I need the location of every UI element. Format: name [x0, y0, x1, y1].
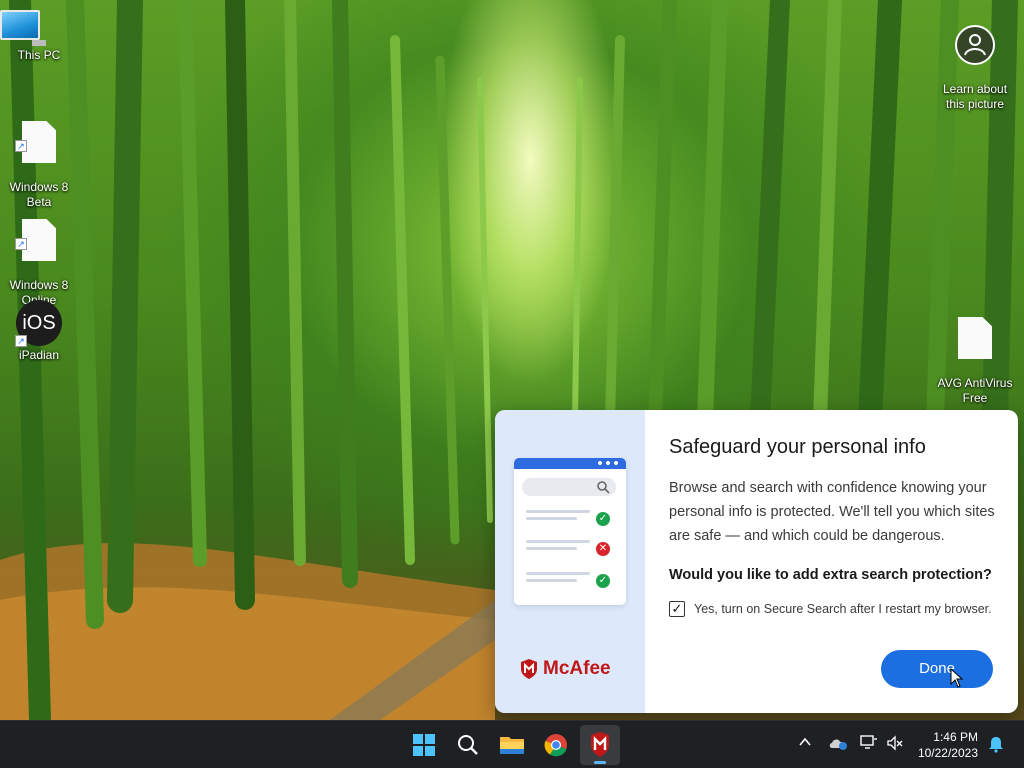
- start-button[interactable]: [404, 725, 444, 765]
- chevron-up-icon[interactable]: [798, 735, 812, 749]
- file-shortcut-icon: [22, 121, 56, 163]
- shortcut-arrow-icon: ↗: [15, 140, 27, 152]
- desktop-icon-learn-about-picture[interactable]: Learn about this picture: [936, 10, 1014, 112]
- desktop-icon-windows-8-beta[interactable]: Windows 8 Beta: [0, 106, 78, 210]
- file-shortcut-icon: [958, 317, 992, 359]
- volume-muted-icon[interactable]: [886, 735, 904, 751]
- desktop-icon-this-pc[interactable]: This PC: [0, 10, 78, 63]
- taskbar: 1:46 PM 10/22/2023: [0, 720, 1024, 768]
- file-shortcut-icon: [22, 219, 56, 261]
- this-pc-icon: [0, 10, 78, 46]
- safe-check-icon: ✓: [596, 574, 610, 588]
- camera-learn-icon: [955, 25, 995, 65]
- shortcut-arrow-icon: ↗: [15, 238, 27, 250]
- mcafee-taskbar-button[interactable]: [580, 725, 620, 765]
- safe-check-icon: ✓: [596, 512, 610, 526]
- shortcut-arrow-icon: ↗: [15, 335, 27, 347]
- clock-time: 1:46 PM: [933, 730, 978, 744]
- desktop-icon-windows-8-online[interactable]: Windows 8 Online: [0, 204, 78, 308]
- mcafee-popup: ✓ ✕ ✓ McAfee Safeguard your personal inf…: [495, 410, 1018, 713]
- mcafee-brand-text: McAfee: [543, 658, 611, 679]
- taskbar-search-button[interactable]: [448, 725, 488, 765]
- mcafee-icon: [591, 732, 609, 757]
- popup-illustration-panel: ✓ ✕ ✓ McAfee: [495, 410, 645, 713]
- search-illustration-icon: [597, 481, 610, 494]
- chrome-button[interactable]: [536, 725, 576, 765]
- network-icon[interactable]: [860, 735, 878, 751]
- desktop-icon-label: This PC: [17, 48, 61, 62]
- done-button[interactable]: Done: [881, 650, 993, 688]
- secure-search-checkbox-label[interactable]: Yes, turn on Secure Search after I resta…: [694, 602, 992, 616]
- chrome-icon: [544, 734, 567, 757]
- clock-date: 10/22/2023: [917, 746, 978, 760]
- notification-bell-icon[interactable]: [988, 735, 1004, 753]
- desktop-icon-label: Learn about this picture: [942, 82, 1008, 111]
- folder-icon: [500, 737, 524, 754]
- browser-illustration: ✓ ✕ ✓: [514, 458, 626, 605]
- popup-body-text: Browse and search with confidence knowin…: [669, 480, 995, 544]
- mouse-cursor-icon: [950, 668, 964, 688]
- desktop-icon-avg-antivirus[interactable]: AVG AntiVirus Free: [936, 302, 1014, 406]
- popup-question: Would you like to add extra search prote…: [669, 567, 992, 583]
- system-clock[interactable]: 1:46 PM 10/22/2023: [914, 729, 978, 761]
- desktop-icon-ipadian[interactable]: iOS iPadian: [0, 300, 78, 363]
- desktop-icon-label: iPadian: [18, 348, 60, 362]
- onedrive-icon[interactable]: [828, 735, 848, 751]
- windows-start-icon: [413, 734, 435, 756]
- desktop-icon-label: AVG AntiVirus Free: [937, 376, 1013, 405]
- search-icon: [458, 735, 478, 755]
- file-explorer-button[interactable]: [492, 725, 532, 765]
- popup-title: Safeguard your personal info: [669, 436, 926, 458]
- danger-x-icon: ✕: [596, 542, 610, 556]
- mcafee-logo: McAfee: [519, 658, 611, 680]
- mcafee-shield-icon: [521, 659, 537, 679]
- secure-search-option[interactable]: ✓ Yes, turn on Secure Search after I res…: [669, 601, 992, 617]
- secure-search-checkbox[interactable]: ✓: [669, 601, 685, 617]
